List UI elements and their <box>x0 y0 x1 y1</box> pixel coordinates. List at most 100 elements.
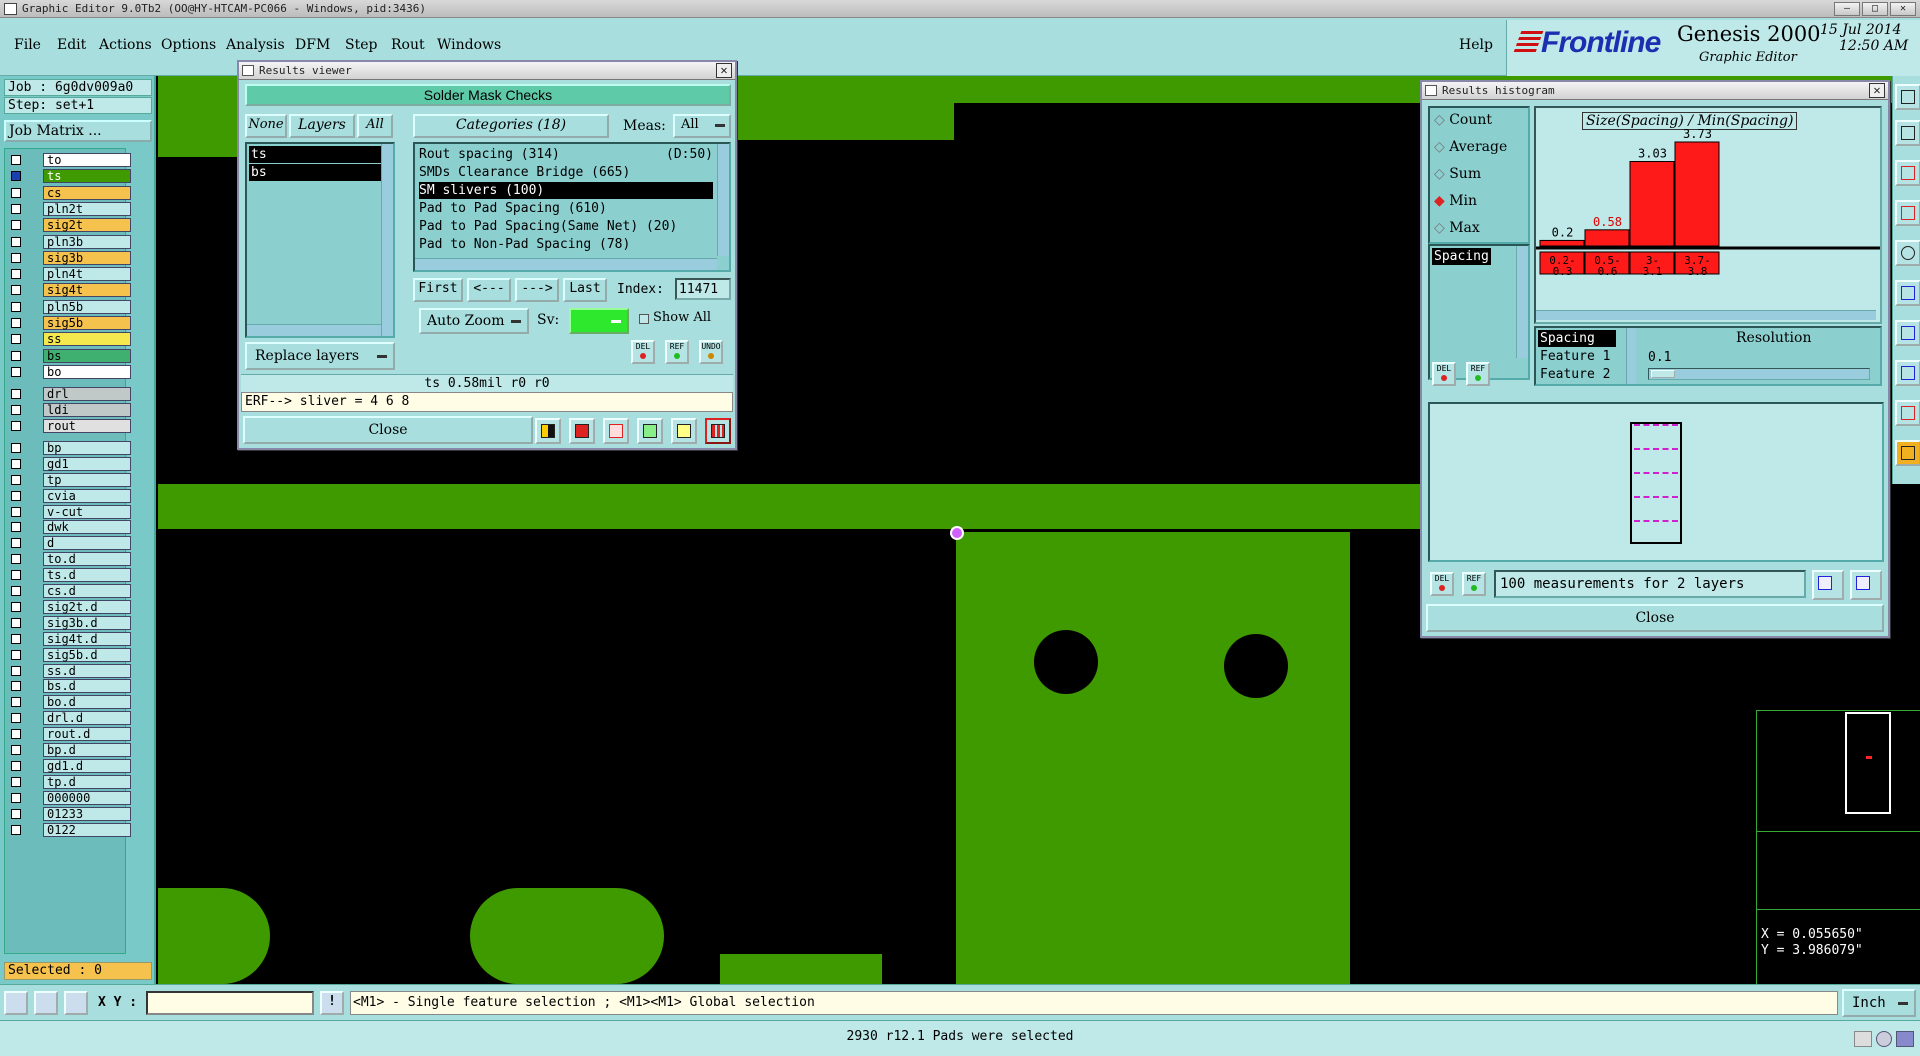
layer-checkbox[interactable] <box>11 474 21 485</box>
zoom-result-icon[interactable] <box>1812 570 1844 600</box>
layer-name[interactable]: ss <box>43 332 131 347</box>
layer-checkbox[interactable] <box>11 538 21 549</box>
tool-icon[interactable] <box>1895 280 1920 306</box>
measure-scrollbar[interactable] <box>1516 246 1528 358</box>
menu-windows[interactable]: Windows <box>437 37 501 53</box>
layer-checkbox[interactable] <box>11 665 21 676</box>
layer-checkbox[interactable] <box>11 617 21 628</box>
layer-name[interactable]: cvia <box>43 488 131 503</box>
layer-name[interactable]: bp.d <box>43 743 131 757</box>
measure-list[interactable]: Spacing <box>1428 244 1530 380</box>
layer-list-scrollbar[interactable] <box>381 144 393 336</box>
layer-name[interactable]: 01233 <box>43 806 131 821</box>
layer-checkbox[interactable] <box>11 824 21 835</box>
exclude-icon[interactable] <box>603 418 629 444</box>
layer-checkbox[interactable] <box>11 697 21 708</box>
layer-checkbox[interactable] <box>11 269 21 280</box>
layer-name[interactable]: pln5b <box>43 299 131 314</box>
category-hscrollbar[interactable] <box>415 258 717 270</box>
selector-scrollbar[interactable] <box>1626 328 1636 384</box>
layer-name[interactable]: bs <box>43 348 131 363</box>
layer-name[interactable]: rout <box>43 419 131 433</box>
layer-checkbox[interactable] <box>11 155 21 165</box>
report-icon[interactable] <box>671 418 697 444</box>
all-button[interactable]: All <box>357 114 393 138</box>
layer-result-item[interactable]: bs <box>249 164 385 181</box>
next-button[interactable]: ---> <box>515 278 559 302</box>
category-scrollbar[interactable] <box>717 144 729 256</box>
category-item[interactable]: SMDs Clearance Bridge (665) <box>419 164 713 181</box>
del-button[interactable]: DEL <box>631 340 655 364</box>
job-matrix-button[interactable]: Job Matrix ... <box>4 120 152 142</box>
layer-name[interactable]: rout.d <box>43 727 131 742</box>
layer-name[interactable]: dwk <box>43 520 131 535</box>
layer-results-list[interactable]: ts bs <box>245 142 395 338</box>
layer-checkbox[interactable] <box>11 633 21 644</box>
auto-zoom-select[interactable]: Auto Zoom <box>419 308 529 334</box>
layer-checkbox[interactable] <box>11 203 21 214</box>
menu-help[interactable]: Help <box>1459 37 1493 53</box>
show-all-checkbox[interactable] <box>639 314 649 324</box>
close-icon[interactable]: ✕ <box>1869 83 1885 98</box>
histogram-icon[interactable] <box>705 418 731 444</box>
close-button[interactable]: Close <box>243 416 533 444</box>
tool-icon[interactable] <box>1895 400 1920 426</box>
category-item[interactable]: Pad to Non-Pad Spacing (78) <box>419 236 713 253</box>
help-icon[interactable] <box>1876 1031 1892 1047</box>
histogram-bar[interactable] <box>1629 161 1675 247</box>
histogram-bar[interactable] <box>1584 229 1630 247</box>
tool-icon[interactable] <box>1895 160 1920 186</box>
del-button[interactable]: DEL <box>1430 572 1454 596</box>
option-sum[interactable]: ◇ Sum <box>1434 166 1481 182</box>
histogram-bar[interactable] <box>1674 141 1720 247</box>
chart-hscrollbar[interactable] <box>1536 310 1876 320</box>
ref-button[interactable]: REF <box>665 340 689 364</box>
layer-name[interactable]: ldi <box>43 403 131 418</box>
layer-checkbox[interactable] <box>11 713 21 724</box>
layer-name[interactable]: sig3b <box>43 250 131 265</box>
layer-checkbox[interactable] <box>11 506 21 517</box>
histogram-bar[interactable] <box>1539 239 1585 247</box>
layer-name[interactable]: sig5b.d <box>43 647 131 662</box>
highlight-icon[interactable] <box>569 418 595 444</box>
layer-name[interactable]: to <box>43 153 131 167</box>
menu-step[interactable]: Step <box>345 37 377 53</box>
layer-name[interactable]: ts <box>43 169 131 184</box>
layer-name[interactable]: v-cut <box>43 504 131 519</box>
tool-icon[interactable] <box>1895 120 1920 146</box>
snap-tool-icon[interactable] <box>64 991 88 1015</box>
layer-name[interactable]: ts.d <box>43 568 131 583</box>
layer-name[interactable]: tp <box>43 472 131 487</box>
category-item[interactable]: Rout spacing (314) (D:50) <box>419 146 713 163</box>
del-button[interactable]: DEL <box>1432 362 1456 386</box>
layer-checkbox[interactable] <box>11 350 21 361</box>
config-icon[interactable] <box>1896 1031 1914 1047</box>
tool-icon[interactable] <box>1895 320 1920 346</box>
layer-checkbox[interactable] <box>11 745 21 755</box>
preview-board[interactable] <box>1630 422 1682 544</box>
severity-color-select[interactable] <box>569 308 629 334</box>
layer-checkbox[interactable] <box>11 808 21 819</box>
layer-name[interactable]: sig2t <box>43 218 131 233</box>
layer-color-icon[interactable] <box>535 418 561 444</box>
layer-checkbox[interactable] <box>11 729 21 740</box>
slider-thumb[interactable] <box>1651 370 1675 378</box>
layer-checkbox[interactable] <box>11 389 21 400</box>
layer-name[interactable]: ss.d <box>43 663 131 678</box>
layer-checkbox[interactable] <box>11 570 21 581</box>
menu-actions[interactable]: Actions <box>99 37 152 53</box>
layer-checkbox[interactable] <box>11 681 21 692</box>
layer-name[interactable]: sig4t.d <box>43 631 131 646</box>
layer-name[interactable]: 000000 <box>43 790 131 805</box>
layer-checkbox[interactable] <box>11 285 21 296</box>
layer-name[interactable]: bo.d <box>43 695 131 710</box>
layer-checkbox[interactable] <box>11 458 21 469</box>
alert-icon[interactable]: ! <box>320 991 344 1015</box>
layer-checkbox[interactable] <box>11 601 21 612</box>
category-list[interactable]: Rout spacing (314) (D:50) SMDs Clearance … <box>413 142 731 272</box>
tool-icon[interactable] <box>1895 200 1920 226</box>
resolution-slider[interactable] <box>1648 368 1870 380</box>
layer-checkbox[interactable] <box>11 334 21 345</box>
layer-checkbox[interactable] <box>11 442 21 453</box>
layer-checkbox[interactable] <box>11 776 21 787</box>
